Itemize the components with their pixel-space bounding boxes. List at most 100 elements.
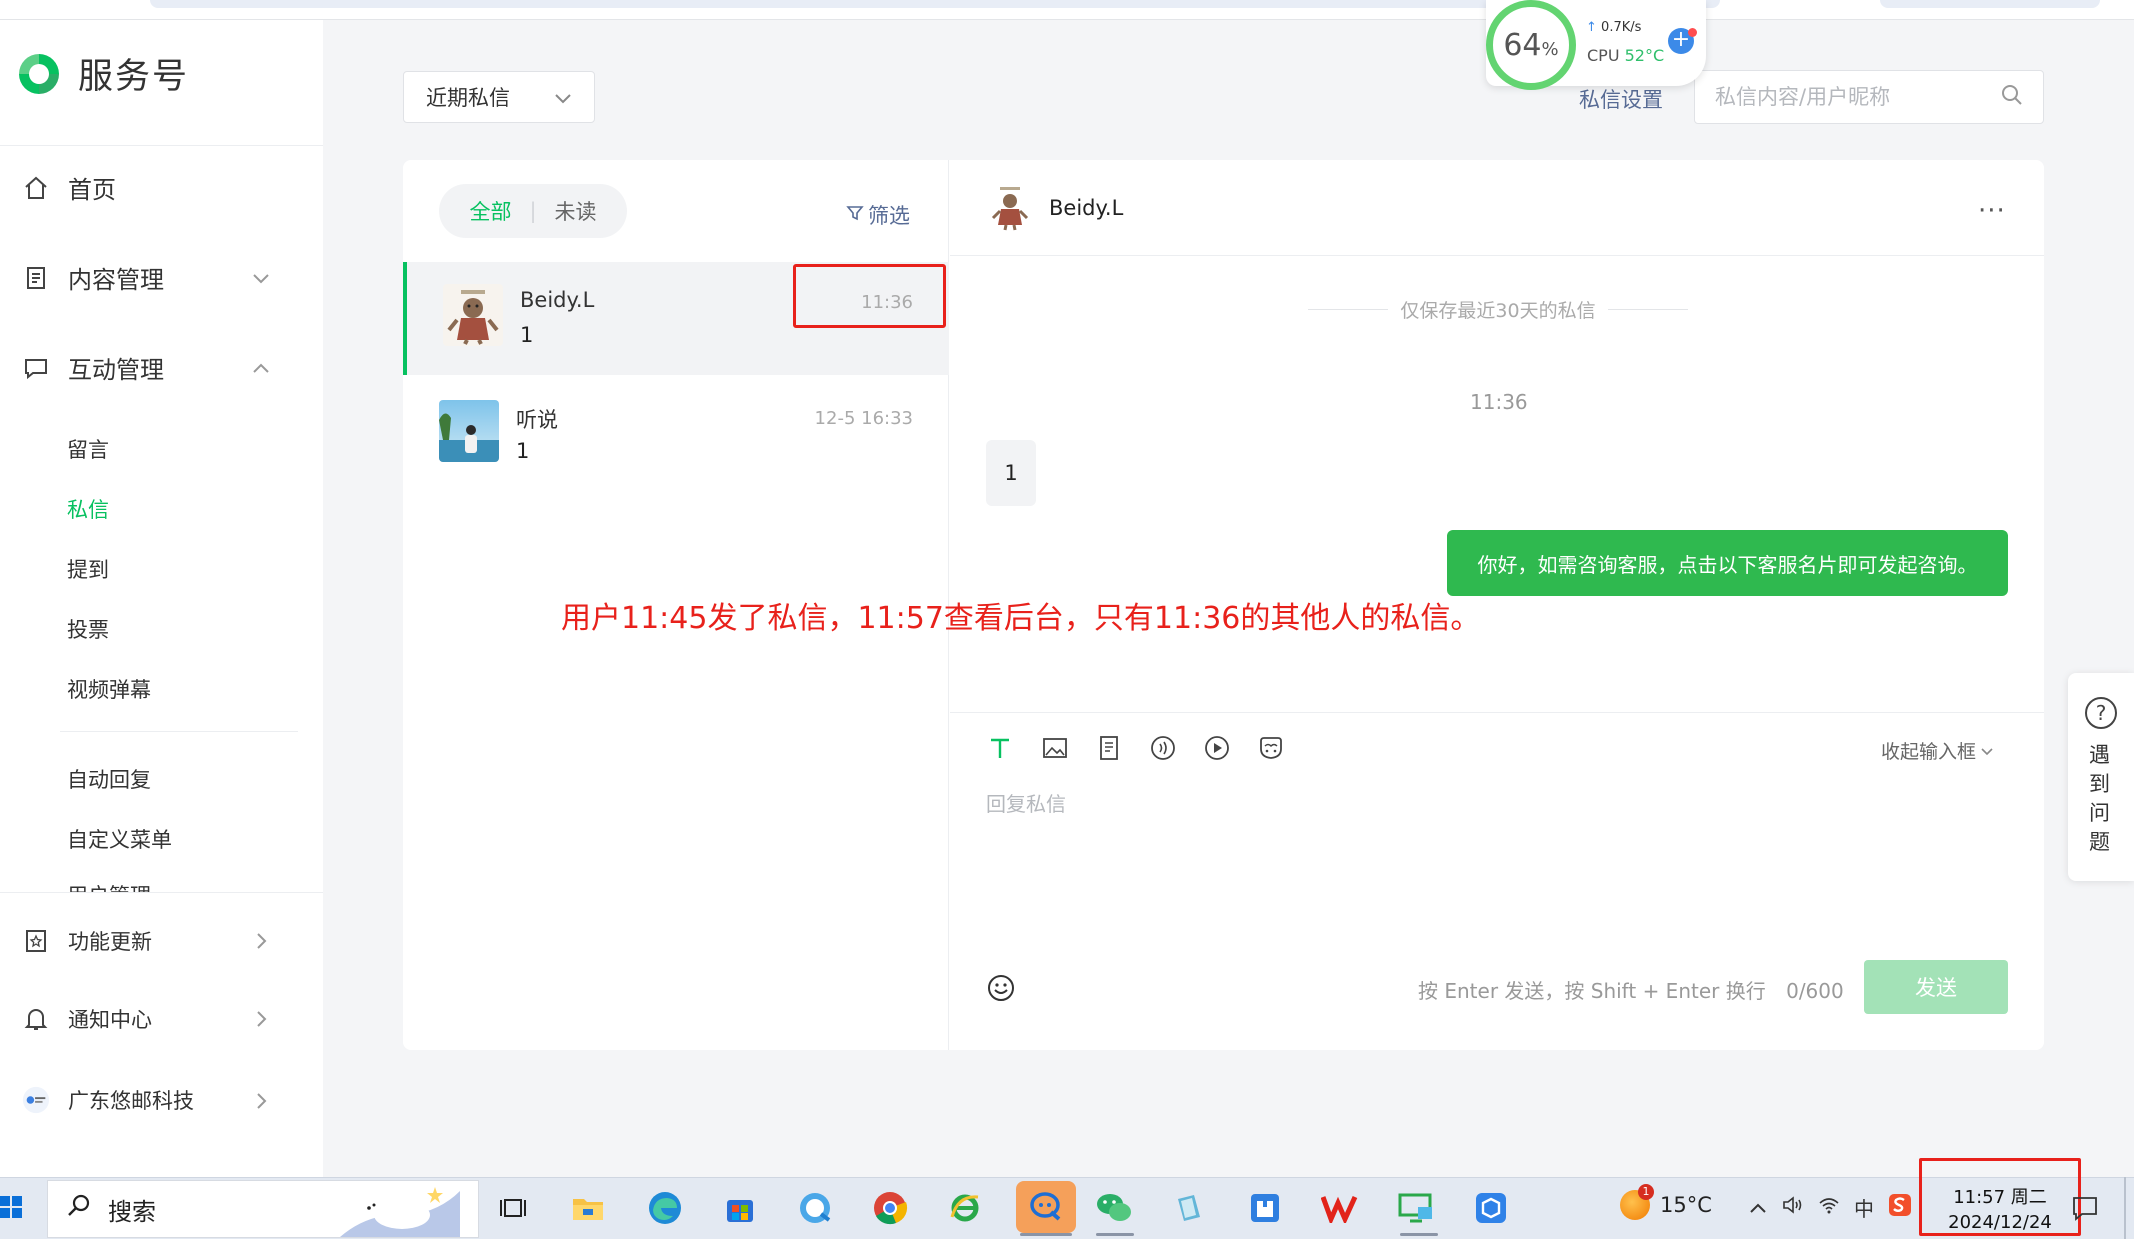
sidebar-subitem-mentions[interactable]: 提到 xyxy=(67,554,109,584)
address-bar-edge xyxy=(150,0,1720,8)
cube-app-icon[interactable] xyxy=(1469,1186,1513,1230)
sidebar-item-label: 功能更新 xyxy=(68,930,152,954)
taskbar-search[interactable]: 搜索 xyxy=(47,1180,479,1238)
browser-top-strip xyxy=(0,0,2134,20)
weather-badge: 1 xyxy=(1638,1184,1654,1200)
chevron-down-icon[interactable] xyxy=(250,267,272,289)
notification-dot xyxy=(1688,28,1697,37)
sidebar-item-interaction[interactable]: 互动管理 xyxy=(22,350,164,385)
wps-icon[interactable] xyxy=(1318,1186,1362,1230)
memory-usage-value: 64 xyxy=(1503,27,1542,63)
notification-center-icon[interactable] xyxy=(2072,1195,2098,1221)
search-field[interactable] xyxy=(1694,70,2044,124)
sidebar-item-label: 通知中心 xyxy=(68,1008,152,1032)
sidebar-subitem-messages[interactable]: 私信 xyxy=(67,494,109,524)
send-button[interactable]: 发送 xyxy=(1864,960,2008,1014)
sidebar-subdivider xyxy=(60,731,298,732)
help-widget[interactable]: ? 遇到问题 xyxy=(2068,673,2134,881)
chat-bubble-icon xyxy=(22,354,50,382)
sidebar-item-home[interactable]: 首页 xyxy=(22,170,116,205)
wechat-icon[interactable] xyxy=(1092,1186,1136,1230)
sidebar-item-label: 互动管理 xyxy=(68,356,164,384)
wifi-icon[interactable] xyxy=(1818,1195,1840,1220)
sidebar-subitem-danmaku[interactable]: 视频弹幕 xyxy=(67,674,151,704)
tab-separator: | xyxy=(529,199,537,223)
chevron-right-icon[interactable] xyxy=(250,1090,272,1112)
reply-input[interactable] xyxy=(986,788,1986,918)
filter-funnel-icon xyxy=(846,203,864,227)
memory-usage-ring[interactable]: 64% xyxy=(1486,0,1576,90)
chevron-up-icon[interactable] xyxy=(250,357,272,379)
annotation-highlight-box xyxy=(793,264,946,328)
brand-name: 服务号 xyxy=(78,57,190,97)
search-input[interactable] xyxy=(1715,85,1995,109)
wechat-service-logo-icon xyxy=(17,51,61,96)
conversation-item[interactable]: 听说 1 12-5 16:33 xyxy=(403,378,949,491)
question-icon: ? xyxy=(2085,697,2117,729)
network-speed: ↑ 0.7K/s xyxy=(1586,20,1641,35)
weather-temp: 15°C xyxy=(1660,1193,1712,1217)
sidebar-divider xyxy=(0,892,323,893)
image-icon[interactable] xyxy=(1040,733,1070,763)
sidebar-item-updates[interactable]: 功能更新 xyxy=(22,926,152,956)
sidebar-subitem-votes[interactable]: 投票 xyxy=(67,614,109,644)
chevron-right-icon[interactable] xyxy=(250,930,272,952)
notepad-icon[interactable] xyxy=(1167,1186,1211,1230)
show-desktop-button[interactable] xyxy=(2124,1177,2126,1239)
ime-indicator[interactable]: 中 xyxy=(1854,1193,1874,1222)
conversation-name: 听说 xyxy=(516,408,558,432)
tab-unread[interactable]: 未读 xyxy=(555,196,597,226)
sidebar-subitem-auto-reply[interactable]: 自动回复 xyxy=(67,764,151,794)
sidebar-item-label: 首页 xyxy=(68,176,116,204)
search-icon[interactable] xyxy=(2001,84,2023,110)
emoji-icon[interactable] xyxy=(986,973,1016,1003)
article-icon[interactable] xyxy=(1094,733,1124,763)
message-range-select[interactable]: 近期私信 xyxy=(403,71,595,123)
retention-notice-text: 仅保存最近30天的私信 xyxy=(1400,300,1596,322)
cpu-temperature: CPU 52°C xyxy=(1587,46,1664,65)
card-icon[interactable] xyxy=(1256,733,1286,763)
sidebar-divider xyxy=(0,145,323,146)
sidebar-subitem-user-manage[interactable]: 用户管理 xyxy=(67,880,151,892)
cpu-temp-value: 52°C xyxy=(1624,46,1665,65)
conversation-time: 12-5 16:33 xyxy=(814,408,913,429)
sidebar-subitem-comments[interactable]: 留言 xyxy=(67,434,109,464)
tray-expand-icon[interactable] xyxy=(1748,1196,1768,1220)
ie-icon[interactable] xyxy=(943,1186,987,1230)
video-icon[interactable] xyxy=(1202,733,1232,763)
collapse-input-button[interactable]: 收起输入框 xyxy=(1881,737,1994,764)
weather-widget[interactable]: 1 15°C xyxy=(1620,1184,1712,1220)
edge-icon[interactable] xyxy=(643,1186,687,1230)
char-count: 0/600 xyxy=(1786,979,1844,1003)
file-explorer-icon[interactable] xyxy=(566,1186,610,1230)
text-icon[interactable] xyxy=(985,733,1015,763)
sogou-input-icon[interactable] xyxy=(1888,1193,1912,1222)
sidebar-item-notifications[interactable]: 通知中心 xyxy=(22,1004,152,1034)
sidebar-item-account[interactable]: 广东悠邮科技 xyxy=(22,1085,194,1115)
message-settings-link[interactable]: 私信设置 xyxy=(1579,84,1663,114)
chevron-down-icon xyxy=(554,85,572,109)
audio-icon[interactable] xyxy=(1148,733,1178,763)
sidebar-item-content[interactable]: 内容管理 xyxy=(22,260,164,295)
star-badge-icon xyxy=(22,927,50,955)
remote-desktop-icon[interactable] xyxy=(1394,1186,1438,1230)
store-icon[interactable] xyxy=(718,1186,762,1230)
document-icon xyxy=(22,264,50,292)
sidebar-item-label: 内容管理 xyxy=(68,266,164,294)
qq-browser-icon[interactable] xyxy=(793,1186,837,1230)
chevron-down-icon xyxy=(1980,740,1994,762)
windows-start-icon[interactable] xyxy=(0,1192,24,1222)
help-label: 遇到问题 xyxy=(2089,743,2110,854)
brand[interactable]: 服务号 xyxy=(14,48,189,99)
sidebar-subitem-custom-menu[interactable]: 自定义菜单 xyxy=(67,824,172,854)
chrome-icon[interactable] xyxy=(868,1186,912,1230)
avatar[interactable] xyxy=(990,185,1030,231)
calendar-app-icon[interactable] xyxy=(1243,1186,1287,1230)
tab-all[interactable]: 全部 xyxy=(469,196,511,226)
more-options-icon[interactable]: ··· xyxy=(1978,196,2006,226)
volume-icon[interactable] xyxy=(1782,1195,1804,1220)
task-view-icon[interactable] xyxy=(491,1186,535,1230)
feishu-icon[interactable] xyxy=(1016,1181,1076,1233)
filter-button[interactable]: 筛选 xyxy=(846,200,910,230)
chevron-right-icon[interactable] xyxy=(250,1008,272,1030)
